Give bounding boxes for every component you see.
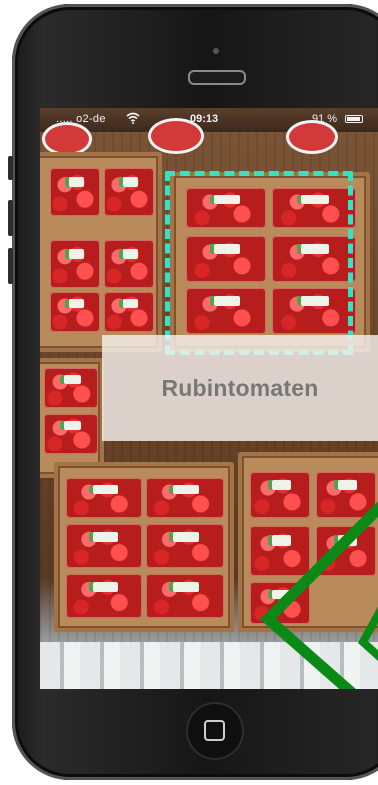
battery-level-fill bbox=[347, 117, 360, 121]
tomato-tray bbox=[66, 524, 142, 568]
tomato-tray bbox=[104, 240, 154, 288]
tomato-tray bbox=[146, 524, 224, 568]
front-camera bbox=[213, 48, 219, 54]
tomato-tray bbox=[50, 168, 100, 216]
detection-focus-box[interactable] bbox=[165, 171, 353, 355]
tomato-tray bbox=[250, 526, 310, 576]
volume-up-button bbox=[8, 200, 13, 236]
volume-down-button bbox=[8, 248, 13, 284]
stage: ..... o2-de 09:13 91 % Rubintomaten bbox=[0, 0, 378, 785]
battery-icon bbox=[345, 115, 363, 123]
mute-switch bbox=[8, 156, 13, 180]
tomato-tray bbox=[66, 478, 142, 518]
product-name-label: Rubintomaten bbox=[161, 374, 319, 401]
tomato-tray bbox=[104, 168, 154, 216]
tomato-tray bbox=[316, 472, 376, 518]
recognition-label-box: Rubintomaten bbox=[102, 335, 378, 441]
price-sign bbox=[148, 118, 204, 154]
tomato-tray bbox=[50, 292, 100, 332]
tomato-tray bbox=[44, 368, 98, 408]
tomato-tray bbox=[250, 472, 310, 518]
price-sign bbox=[286, 120, 338, 154]
earpiece-speaker bbox=[188, 70, 246, 85]
phone-screen: ..... o2-de 09:13 91 % Rubintomaten bbox=[40, 108, 378, 689]
tomato-tray bbox=[50, 240, 100, 288]
market-floor bbox=[40, 642, 378, 689]
tomato-tray bbox=[250, 582, 310, 624]
wifi-icon bbox=[126, 112, 140, 124]
tomato-tray bbox=[66, 574, 142, 618]
home-button[interactable] bbox=[188, 704, 242, 758]
tomato-tray bbox=[104, 292, 154, 332]
tomato-tray bbox=[44, 414, 98, 454]
tomato-tray bbox=[316, 526, 376, 576]
price-sign bbox=[42, 122, 92, 156]
home-button-icon bbox=[204, 720, 225, 741]
tomato-tray bbox=[146, 574, 224, 618]
tomato-tray bbox=[146, 478, 224, 518]
